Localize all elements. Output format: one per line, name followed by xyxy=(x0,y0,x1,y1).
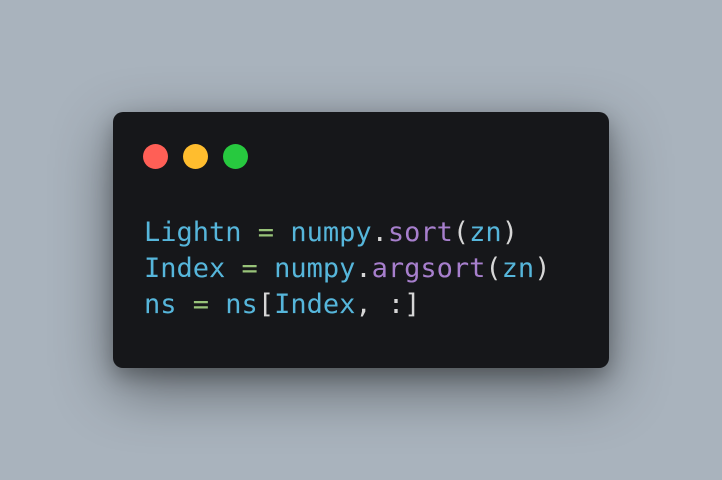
code-token-identifier: zn xyxy=(469,217,502,248)
code-token-function: argsort xyxy=(371,253,486,284)
code-token-identifier: numpy xyxy=(290,217,372,248)
code-token-punctuation: . xyxy=(355,253,372,284)
code-token-punctuation: . xyxy=(371,217,388,248)
code-token-identifier: ns xyxy=(225,289,258,320)
code-token-punctuation: ( xyxy=(452,217,470,248)
code-line: Index = numpy.argsort(zn) xyxy=(144,251,550,287)
code-window: Lightn = numpy.sort(zn) Index = numpy.arg… xyxy=(113,112,609,368)
window-controls xyxy=(143,144,248,169)
code-token-punctuation: [ xyxy=(257,289,275,320)
code-token-punctuation: ) xyxy=(501,217,518,248)
code-token-operator: = xyxy=(225,253,275,284)
code-token-operator: = xyxy=(176,289,226,320)
close-dot-icon[interactable] xyxy=(143,144,168,169)
code-token-identifier: Index xyxy=(144,253,226,284)
minimize-dot-icon[interactable] xyxy=(183,144,208,169)
code-token-identifier: Lightn xyxy=(144,217,242,248)
code-token-identifier: numpy xyxy=(274,253,356,284)
code-token-function: sort xyxy=(387,217,453,248)
code-token-punctuation: , :] xyxy=(355,289,421,320)
maximize-dot-icon[interactable] xyxy=(223,144,248,169)
code-block: Lightn = numpy.sort(zn) Index = numpy.arg… xyxy=(144,215,550,323)
code-token-operator: = xyxy=(241,217,291,248)
code-token-identifier: ns xyxy=(144,289,177,320)
code-line: ns = ns[Index, :] xyxy=(144,287,550,323)
code-token-punctuation: ) xyxy=(534,253,551,284)
code-line: Lightn = numpy.sort(zn) xyxy=(144,215,550,251)
code-token-identifier: Index xyxy=(274,289,356,320)
code-token-punctuation: ( xyxy=(485,253,502,284)
code-token-identifier: zn xyxy=(501,253,535,284)
